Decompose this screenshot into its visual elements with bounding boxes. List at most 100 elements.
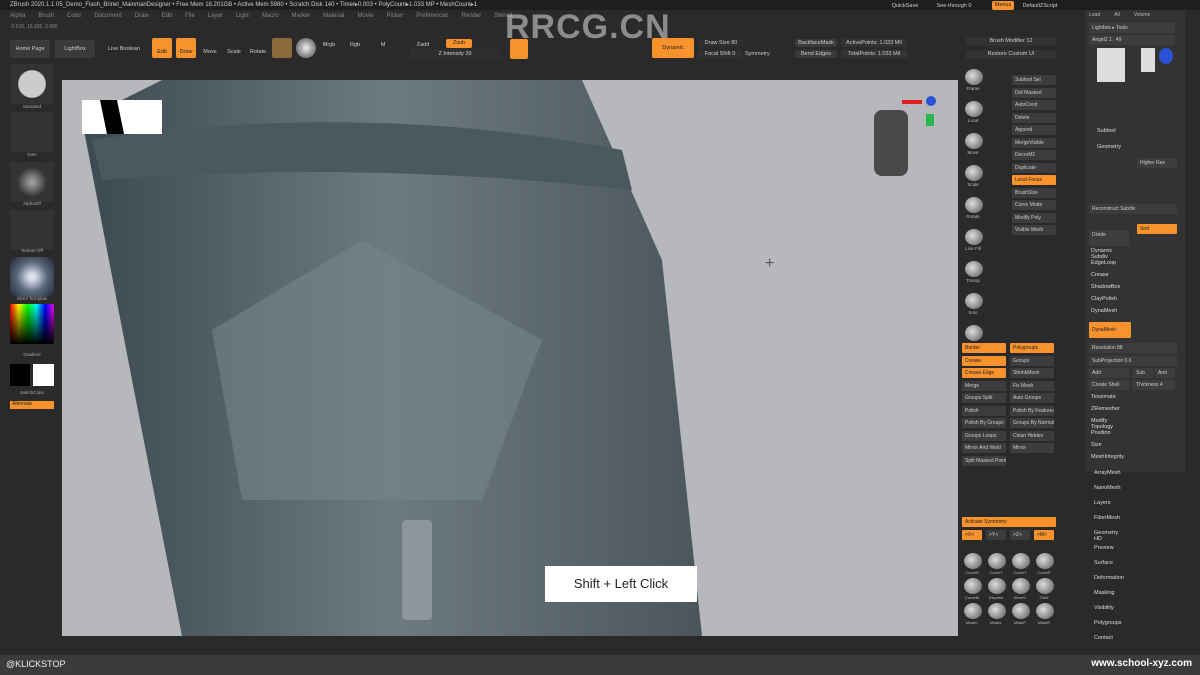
secondary-color-swatch[interactable]	[33, 364, 54, 386]
button--z-[interactable]: >Z<	[1010, 530, 1030, 540]
geometry-subitem[interactable]: ClayPolish	[1091, 296, 1117, 302]
geometry-button[interactable]: Divide	[1089, 230, 1129, 246]
canvas-viewport[interactable]: +	[62, 80, 958, 636]
geometry-subpalette[interactable]: ZRemesher	[1091, 406, 1120, 412]
rotate-button[interactable]: Rotate	[248, 38, 268, 58]
dynamesh-button[interactable]: DynaMesh	[1089, 322, 1131, 338]
menu-light[interactable]: Light	[236, 10, 249, 22]
menu-layer[interactable]: Layer	[208, 10, 223, 22]
button-groups-by-normals[interactable]: Groups By Normals	[1010, 418, 1054, 428]
button-local-focus[interactable]: Local Focus	[1012, 175, 1056, 185]
quicksave-button[interactable]: QuickSave	[890, 2, 920, 10]
tool-rotate-icon[interactable]	[965, 197, 983, 213]
button-activate-symmetry[interactable]: Activate Symmetry	[962, 517, 1056, 527]
button-modify-poly[interactable]: Modify Poly	[1012, 212, 1056, 223]
tool-xpose-icon[interactable]	[965, 325, 983, 341]
tool-thumb-angel-small[interactable]	[1141, 48, 1155, 72]
geometry-subitem[interactable]: ShadowBox	[1091, 284, 1120, 290]
draw-button[interactable]: Draw	[176, 38, 196, 58]
menu-brush[interactable]: Brush	[38, 10, 54, 22]
geometry-button[interactable]: Higher Res	[1137, 158, 1177, 168]
see-through-slider[interactable]: See-through 0	[932, 2, 976, 10]
geometry-subitem[interactable]: EdgeLoop	[1091, 260, 1116, 266]
add-button[interactable]: Add	[1089, 368, 1129, 378]
button-decorm1[interactable]: DecorM1	[1012, 150, 1056, 160]
color-picker[interactable]	[10, 304, 54, 344]
button-mergevisible[interactable]: MergeVisible	[1012, 137, 1056, 148]
material-icon[interactable]	[272, 38, 292, 58]
button-groups[interactable]: Groups	[1010, 355, 1054, 366]
button-shrinkmesh[interactable]: ShrinkMesh	[1010, 368, 1054, 378]
subpalette-deformation[interactable]: Deformation	[1094, 575, 1124, 581]
geometry-subitem[interactable]: Crease	[1091, 272, 1109, 278]
button-autocrest[interactable]: AutoCrest	[1012, 100, 1056, 110]
subpalette-arraymesh[interactable]: ArrayMesh	[1094, 470, 1121, 476]
navigation-gizmo-icon[interactable]	[874, 110, 908, 176]
tool-line-fill-icon[interactable]	[965, 229, 983, 245]
alpha-icon[interactable]	[10, 162, 54, 202]
volume-button[interactable]: Volume	[1134, 12, 1151, 18]
geometry-button[interactable]: Reconstruct Subdiv	[1089, 204, 1177, 214]
mrgb-button[interactable]: Mrgb	[318, 38, 340, 52]
subpalette-masking[interactable]: Masking	[1094, 590, 1114, 596]
button--y-[interactable]: >Y<	[986, 530, 1006, 540]
menu-file[interactable]: File	[185, 10, 195, 22]
texture-sphere-icon[interactable]	[296, 38, 316, 58]
geometry-subpalette[interactable]: Size	[1091, 442, 1102, 448]
bend-edges-button[interactable]: Bend Edges	[795, 50, 837, 58]
menu-draw[interactable]: Draw	[135, 10, 149, 22]
button-split-masked-points[interactable]: Split Masked Points	[962, 455, 1006, 466]
geometry-section[interactable]: Geometry	[1097, 144, 1121, 150]
m-button[interactable]: M	[375, 38, 391, 52]
menu-preferences[interactable]: Preferences	[416, 10, 448, 22]
lightbox-tools-button[interactable]: Lightbox ▸ Tools	[1089, 23, 1175, 33]
home-page-button[interactable]: Home Page	[10, 40, 50, 58]
z-intensity-slider[interactable]: Z Intensity 39	[410, 49, 500, 59]
subpalette-polygroups[interactable]: Polygroups	[1094, 620, 1122, 626]
tool-solo-icon[interactable]	[965, 293, 983, 309]
tool-move-icon[interactable]	[965, 133, 983, 149]
alternate-button[interactable]: Alternate	[10, 401, 54, 409]
focal-shift-slider[interactable]: Focal Shift 0	[698, 50, 742, 58]
brush-maskc-icon[interactable]	[964, 603, 982, 619]
button-auto-groups[interactable]: Auto Groups	[1010, 393, 1054, 403]
brush-dispose-icon[interactable]	[988, 578, 1006, 594]
button-dot-masked[interactable]: Dot Masked	[1012, 87, 1056, 98]
button-fix-mesh[interactable]: Fix Mesh	[1010, 380, 1054, 391]
menu-document[interactable]: Document	[94, 10, 121, 22]
brush-movec-icon[interactable]	[1012, 578, 1030, 594]
button-mirror[interactable]: Mirror	[1010, 443, 1054, 453]
brush-orbit-icon[interactable]	[1036, 578, 1054, 594]
backface-mask-button[interactable]: BackfaceMask	[795, 39, 837, 47]
button-merge[interactable]: Merge	[962, 380, 1006, 391]
scale-button[interactable]: Scale	[224, 38, 244, 58]
subprojection-slider[interactable]: SubProjection 0.6	[1089, 356, 1177, 366]
menu-color[interactable]: Color	[67, 10, 81, 22]
load-tool-button[interactable]: Load	[1089, 12, 1100, 18]
sub-button[interactable]: Sub	[1133, 368, 1153, 378]
rgb-button[interactable]: Rgb	[345, 38, 365, 52]
subpalette-fibermesh[interactable]: FiberMesh	[1094, 515, 1120, 521]
button-polygroups[interactable]: Polygroups	[1010, 343, 1054, 353]
button-mirror-and-weld[interactable]: Mirror And Weld	[962, 443, 1006, 453]
button-border[interactable]: Border	[962, 343, 1006, 353]
brush-maskl-icon[interactable]	[988, 603, 1006, 619]
create-shell-button[interactable]: Create Shell	[1089, 380, 1129, 390]
geometry-button[interactable]: Smt	[1137, 224, 1177, 234]
subtool-section[interactable]: Subtool	[1097, 128, 1116, 134]
menu-picker[interactable]: Picker	[387, 10, 404, 22]
resolution-slider[interactable]: Resolution 88	[1089, 343, 1177, 353]
button-curve-mode[interactable]: Curve Mode	[1012, 200, 1056, 210]
and-button[interactable]: And	[1155, 368, 1175, 378]
menu-macro[interactable]: Macro	[262, 10, 279, 22]
brush-standard-icon[interactable]	[10, 64, 54, 104]
menu-alpha[interactable]: Alpha	[10, 10, 25, 22]
tool-transp-icon[interactable]	[965, 261, 983, 277]
dynamic-icon[interactable]	[510, 39, 528, 59]
tool-thumb-sphere[interactable]	[1159, 48, 1173, 64]
move-button[interactable]: Move	[200, 38, 220, 58]
button-crease[interactable]: Crease	[962, 355, 1006, 366]
subpalette-layers[interactable]: Layers	[1094, 500, 1111, 506]
stroke-dots-icon[interactable]	[10, 112, 54, 152]
material-icon[interactable]	[10, 257, 54, 297]
